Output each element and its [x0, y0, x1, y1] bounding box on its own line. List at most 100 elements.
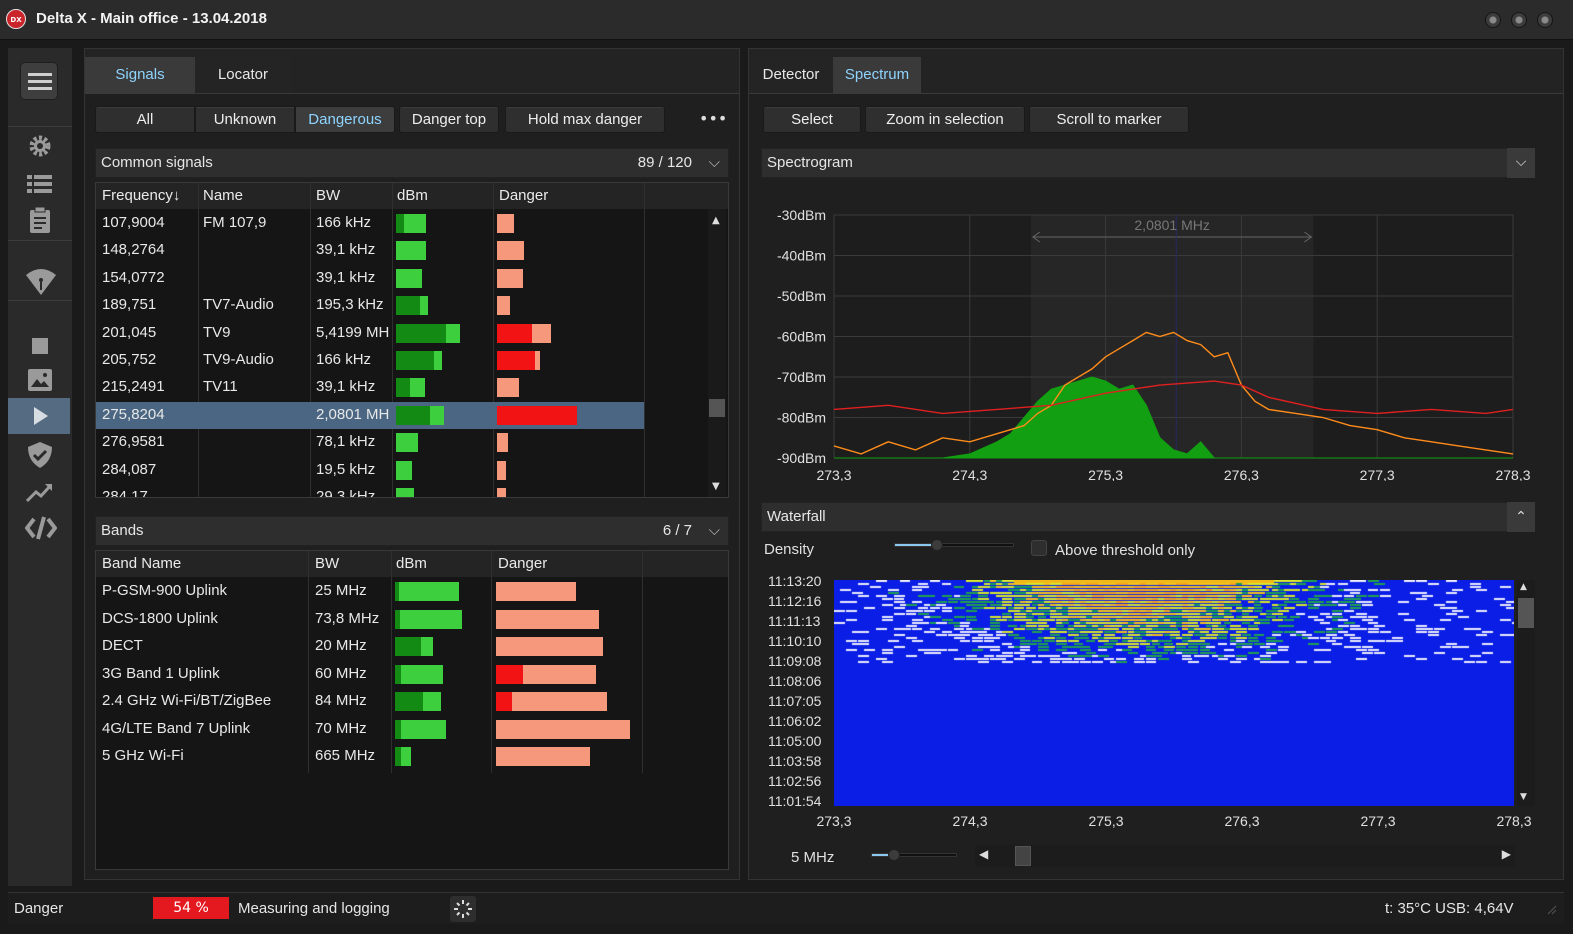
- table-row[interactable]: 107,9004 FM 107,9 166 kHz: [96, 210, 708, 237]
- density-slider[interactable]: [894, 539, 1014, 551]
- bw-cell: 166 kHz: [316, 214, 372, 231]
- trend-chart-icon[interactable]: [8, 474, 72, 510]
- band-row[interactable]: 3G Band 1 Uplink 60 MHz: [96, 661, 708, 688]
- zoom-in-selection-button[interactable]: Zoom in selection: [865, 106, 1025, 133]
- play-icon[interactable]: [8, 398, 70, 434]
- filter-unknown-button[interactable]: Unknown: [195, 106, 295, 133]
- col-dbm[interactable]: dBm: [397, 187, 428, 204]
- clipboard-icon[interactable]: [8, 202, 72, 238]
- dbm-bar-peak: [400, 747, 411, 766]
- spectrogram-chart[interactable]: 2,0801 MHz -30dBm -40dBm -50dBm -60dBm -70dBm…: [761, 185, 1537, 481]
- dbm-bar-peak: [445, 323, 460, 343]
- list-icon[interactable]: [8, 166, 72, 202]
- col-band-name[interactable]: Band Name: [102, 555, 181, 572]
- shield-check-icon[interactable]: [8, 436, 72, 472]
- band-row[interactable]: 2.4 GHz Wi-Fi/BT/ZigBee 84 MHz: [96, 688, 708, 715]
- common-signals-header[interactable]: Common signals 89 / 120 ⌵: [95, 148, 729, 178]
- frequency-cell: 205,752: [102, 351, 157, 368]
- scroll-thumb[interactable]: [709, 399, 725, 417]
- table-row[interactable]: 276,9581 78,1 kHz: [96, 429, 708, 456]
- scroll-up-icon[interactable]: ▲: [712, 215, 720, 226]
- frequency-cell: 107,9004: [102, 214, 165, 231]
- col-dbm[interactable]: dBm: [396, 555, 427, 572]
- time-tick-label: 11:05:00: [768, 733, 822, 749]
- spectrogram-header[interactable]: Spectrogram: [761, 148, 1535, 178]
- minimize-button[interactable]: [1485, 12, 1501, 28]
- col-bw[interactable]: BW: [315, 555, 339, 572]
- stop-icon[interactable]: [8, 326, 72, 362]
- table-row[interactable]: 189,751 TV7-Audio 195,3 kHz: [96, 292, 708, 319]
- tab-detector[interactable]: Detector: [749, 57, 833, 93]
- dbm-bar-peak: [420, 637, 434, 656]
- span-slider-thumb[interactable]: [887, 849, 900, 861]
- col-danger[interactable]: Danger: [498, 555, 547, 572]
- select-button[interactable]: Select: [763, 106, 861, 133]
- name-cell: FM 107,9: [203, 214, 267, 231]
- table-row[interactable]: 275,8204 2,0801 MH: [96, 401, 644, 429]
- more-options-icon[interactable]: •••: [699, 109, 727, 128]
- danger-bar: [496, 719, 630, 739]
- scroll-left-icon[interactable]: ◀: [979, 847, 988, 861]
- signals-scrollbar[interactable]: ▲ ▼: [708, 209, 726, 497]
- selection-width-label: 2,0801 MHz: [1134, 217, 1209, 233]
- bw-cell: 20 MHz: [315, 637, 367, 654]
- table-row[interactable]: 215,2491 TV11 39,1 kHz: [96, 374, 708, 401]
- band-row[interactable]: 4G/LTE Band 7 Uplink 70 MHz: [96, 716, 708, 743]
- scroll-down-icon[interactable]: ▼: [712, 481, 720, 492]
- tab-signals[interactable]: Signals: [85, 57, 195, 93]
- danger-top-button[interactable]: Danger top: [399, 106, 499, 133]
- hamburger-menu-button[interactable]: [20, 62, 58, 100]
- scroll-thumb[interactable]: [1518, 598, 1534, 628]
- col-name[interactable]: Name: [203, 187, 243, 204]
- filter-dangerous-button[interactable]: Dangerous: [295, 106, 395, 133]
- bands-header[interactable]: Bands 6 / 7 ⌵: [95, 516, 729, 546]
- dbm-bar-peak: [434, 351, 443, 370]
- scroll-right-icon[interactable]: ▶: [1502, 847, 1511, 861]
- filter-all-button[interactable]: All: [95, 106, 195, 133]
- horizontal-scrollbar[interactable]: ◀ ▶: [975, 845, 1515, 867]
- waterfall-heatmap[interactable]: [834, 580, 1514, 806]
- tab-spectrum[interactable]: Spectrum: [833, 57, 921, 93]
- table-row[interactable]: 284,087 19,5 kHz: [96, 457, 708, 484]
- chevron-down-icon[interactable]: ⌵: [709, 517, 720, 545]
- waterfall-scrollbar[interactable]: ▲ ▼: [1517, 580, 1535, 806]
- table-row[interactable]: 205,752 TV9-Audio 166 kHz: [96, 347, 708, 374]
- band-row[interactable]: DECT 20 MHz: [96, 633, 708, 660]
- hold-max-danger-button[interactable]: Hold max danger: [505, 106, 665, 133]
- tab-locator[interactable]: Locator: [195, 57, 291, 93]
- maximize-button[interactable]: [1511, 12, 1527, 28]
- table-row[interactable]: 201,045 TV9 5,4199 MH: [96, 320, 708, 347]
- col-danger[interactable]: Danger: [499, 187, 548, 204]
- chevron-down-icon[interactable]: ⌵: [1507, 148, 1535, 178]
- table-row[interactable]: 148,2764 39,1 kHz: [96, 237, 708, 264]
- dbm-bar-peak: [430, 405, 444, 425]
- col-frequency[interactable]: Frequency↓: [102, 187, 180, 204]
- temperature-usb-readout: t: 35°C USB: 4,64V: [1385, 900, 1514, 917]
- band-row[interactable]: 5 GHz Wi-Fi 665 MHz: [96, 743, 708, 770]
- settings-gear-icon[interactable]: [8, 128, 72, 164]
- dbm-bar-peak: [401, 664, 443, 684]
- band-row[interactable]: P-GSM-900 Uplink 25 MHz: [96, 578, 708, 605]
- scroll-up-icon[interactable]: ▲: [1520, 582, 1527, 592]
- density-slider-thumb[interactable]: [931, 539, 943, 551]
- danger-bar: [497, 433, 508, 453]
- image-icon[interactable]: [8, 362, 72, 398]
- table-row[interactable]: 284,17 29,3 kHz: [96, 484, 708, 497]
- col-bw[interactable]: BW: [316, 187, 340, 204]
- wifi-signal-icon[interactable]: [8, 262, 72, 298]
- scroll-thumb[interactable]: [1015, 846, 1031, 866]
- span-slider[interactable]: [871, 849, 957, 861]
- threshold-checkbox[interactable]: [1031, 540, 1047, 556]
- chevron-up-icon[interactable]: ⌃: [1507, 502, 1535, 532]
- resize-grip-icon[interactable]: [1545, 903, 1557, 915]
- chevron-down-icon[interactable]: ⌵: [709, 149, 720, 177]
- close-button[interactable]: [1537, 12, 1553, 28]
- y-tick-label: -40dBm: [777, 248, 826, 264]
- scroll-to-marker-button[interactable]: Scroll to marker: [1029, 106, 1189, 133]
- band-row[interactable]: DCS-1800 Uplink 73,8 MHz: [96, 606, 708, 633]
- code-icon[interactable]: [8, 510, 72, 546]
- bw-cell: 25 MHz: [315, 582, 367, 599]
- scroll-down-icon[interactable]: ▼: [1520, 792, 1527, 802]
- waterfall-header[interactable]: Waterfall: [761, 502, 1535, 532]
- table-row[interactable]: 154,0772 39,1 kHz: [96, 265, 708, 292]
